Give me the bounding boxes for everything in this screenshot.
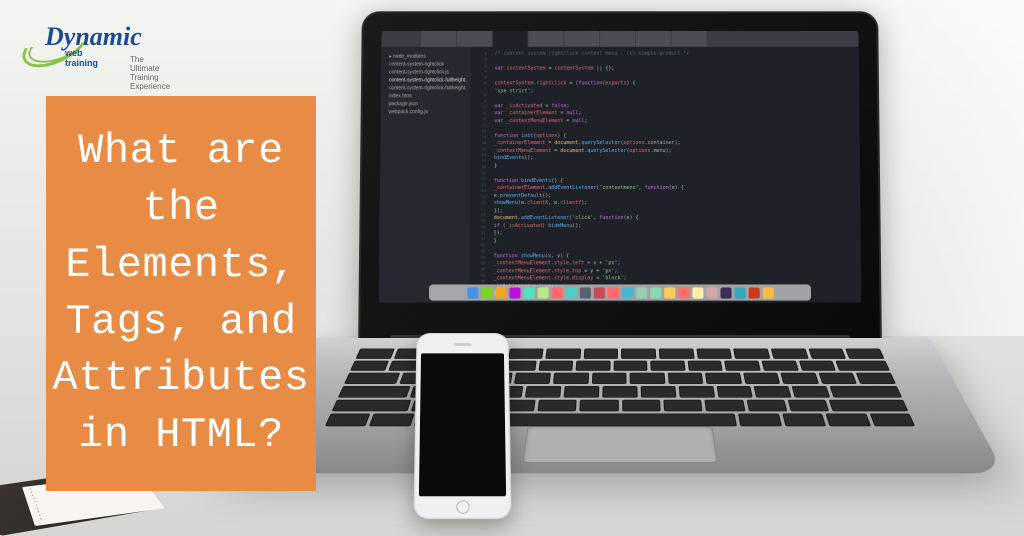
editor-tab bbox=[529, 31, 564, 47]
editor-tab bbox=[636, 31, 671, 47]
editor-tab bbox=[564, 31, 599, 47]
logo-subtext: web training bbox=[65, 48, 110, 68]
title-text: What are the Elements, Tags, and Attribu… bbox=[52, 123, 309, 463]
editor-tab bbox=[672, 31, 707, 47]
editor-tab bbox=[421, 31, 456, 47]
phone-screen bbox=[419, 353, 506, 496]
smartphone bbox=[413, 333, 511, 519]
phone-speaker bbox=[454, 343, 472, 346]
editor-tabs bbox=[381, 31, 858, 47]
title-card: What are the Elements, Tags, and Attribu… bbox=[46, 96, 316, 491]
phone-home-button bbox=[456, 500, 469, 513]
macos-dock bbox=[429, 284, 811, 300]
editor-tab bbox=[457, 31, 492, 47]
trackpad bbox=[522, 426, 718, 463]
code-editor: /* content system rightclick context men… bbox=[487, 47, 861, 303]
file-explorer: ▸ node_modulescontent-system-rightclickc… bbox=[379, 47, 471, 303]
brand-logo: Dynamic web training The Ultimate Traini… bbox=[15, 20, 110, 65]
laptop-screen: ▸ node_modulescontent-system-rightclickc… bbox=[379, 31, 862, 303]
editor-tab bbox=[600, 31, 635, 47]
keyboard bbox=[325, 349, 915, 427]
laptop-base bbox=[235, 338, 1005, 473]
line-numbers: 1234567891011121314151617181920212223242… bbox=[469, 47, 489, 303]
editor-tab bbox=[493, 31, 528, 47]
laptop-lid: ▸ node_modulescontent-system-rightclickc… bbox=[358, 11, 882, 341]
logo-tagline: The Ultimate Training Experience bbox=[130, 55, 170, 91]
